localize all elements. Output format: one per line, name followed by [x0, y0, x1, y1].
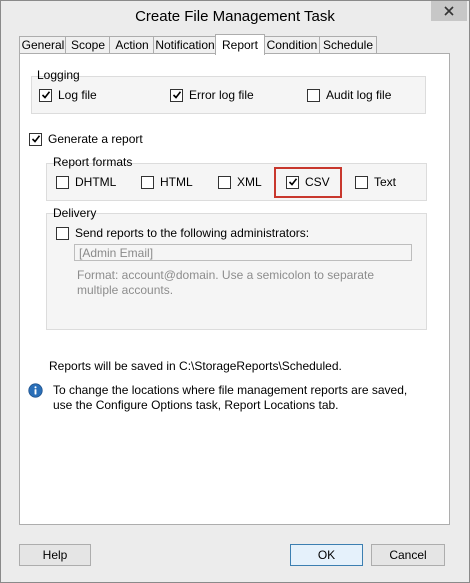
text-checkbox[interactable]: Text [355, 175, 396, 189]
help-button[interactable]: Help [19, 544, 91, 566]
generate-report-label: Generate a report [48, 132, 143, 146]
checkbox-box [29, 132, 42, 146]
send-reports-label: Send reports to the following administra… [75, 226, 310, 240]
checkmark-icon [41, 91, 50, 99]
dhtml-checkbox[interactable]: DHTML [56, 175, 116, 189]
checkbox-box [141, 175, 154, 189]
window-title: Create File Management Task [135, 8, 335, 25]
checkmark-icon [172, 91, 181, 99]
info-icon [28, 383, 43, 398]
checkbox-box [39, 88, 52, 102]
csv-highlight-box [274, 167, 342, 198]
dhtml-label: DHTML [75, 175, 117, 189]
tab-action[interactable]: Action [109, 36, 155, 54]
checkbox-box [307, 88, 320, 102]
delivery-label: Delivery [53, 206, 97, 220]
close-button[interactable] [431, 1, 467, 21]
tab-schedule[interactable]: Schedule [319, 36, 377, 54]
ok-button[interactable]: OK [290, 544, 363, 566]
text-label: Text [374, 175, 397, 189]
cancel-button[interactable]: Cancel [371, 544, 445, 566]
tab-notification[interactable]: Notification [153, 36, 217, 54]
report-formats-label: Report formats [53, 155, 133, 169]
tab-condition[interactable]: Condition [263, 36, 321, 54]
audit-log-file-label: Audit log file [326, 88, 392, 102]
xml-checkbox[interactable]: XML [218, 175, 262, 189]
error-log-file-label: Error log file [189, 88, 254, 102]
log-file-checkbox[interactable]: Log file [39, 88, 97, 102]
saved-path-text: Reports will be saved in C:\StorageRepor… [49, 359, 342, 373]
logging-group-label: Logging [37, 68, 80, 82]
tab-scope[interactable]: Scope [65, 36, 111, 54]
checkbox-box [56, 226, 69, 240]
tab-general[interactable]: General [19, 36, 67, 54]
admin-email-input[interactable]: [Admin Email] [74, 244, 412, 261]
checkbox-box [56, 175, 69, 189]
checkbox-box [170, 88, 183, 102]
html-checkbox[interactable]: HTML [141, 175, 193, 189]
xml-label: XML [237, 175, 262, 189]
send-reports-checkbox[interactable]: Send reports to the following administra… [56, 226, 309, 240]
title-bar: Create File Management Task [1, 1, 469, 32]
email-format-hint: Format: account@domain. Use a semicolon … [77, 268, 374, 297]
generate-report-checkbox[interactable]: Generate a report [29, 132, 143, 146]
close-icon [444, 6, 454, 16]
error-log-file-checkbox[interactable]: Error log file [170, 88, 254, 102]
audit-log-file-checkbox[interactable]: Audit log file [307, 88, 391, 102]
log-file-label: Log file [58, 88, 97, 102]
checkbox-box [355, 175, 368, 189]
tab-report[interactable]: Report [215, 34, 265, 55]
html-label: HTML [160, 175, 193, 189]
checkbox-box [218, 175, 231, 189]
checkmark-icon [31, 135, 40, 143]
report-locations-info: To change the locations where file manag… [53, 383, 408, 412]
